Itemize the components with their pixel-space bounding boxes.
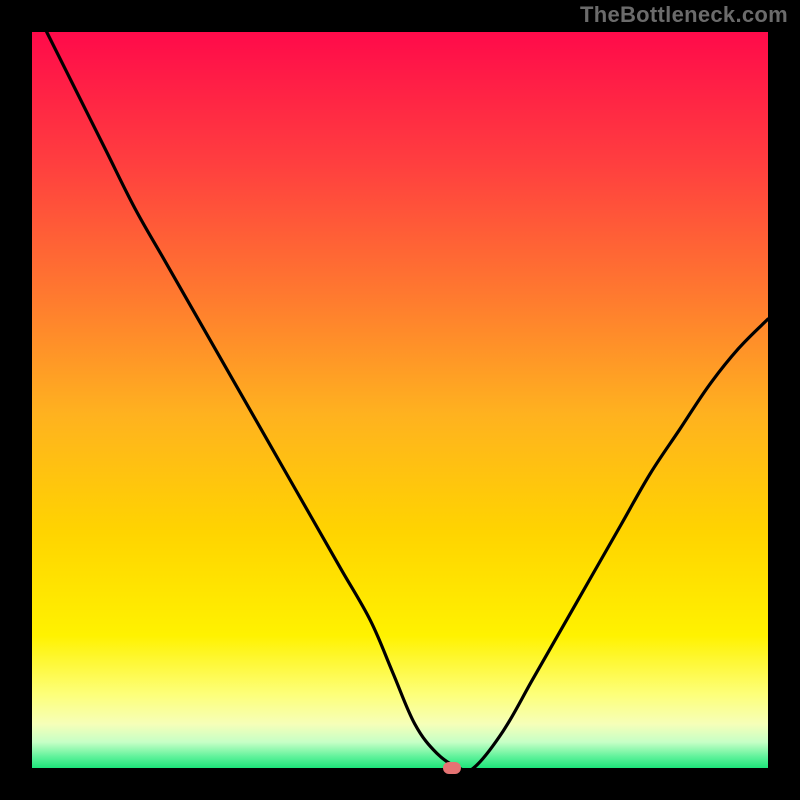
chart-plot-area (32, 32, 768, 768)
optimal-point-marker (443, 762, 461, 774)
watermark-text: TheBottleneck.com (580, 2, 788, 28)
bottleneck-curve (32, 32, 768, 768)
